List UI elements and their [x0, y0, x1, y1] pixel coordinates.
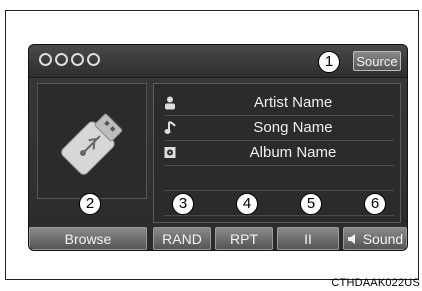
album-row: Album Name — [164, 142, 394, 164]
sound-button-label: Sound — [362, 231, 404, 247]
status-dot — [39, 53, 52, 66]
random-button[interactable]: RAND — [153, 227, 211, 250]
song-row: Song Name — [164, 117, 394, 139]
status-dots — [39, 53, 100, 66]
speaker-icon — [347, 234, 355, 244]
callout-2: 2 — [79, 193, 101, 215]
music-note-icon — [164, 121, 176, 134]
artist-name: Artist Name — [253, 94, 333, 111]
divider — [164, 215, 394, 216]
bottom-button-bar: Browse RAND RPT II Sound — [29, 227, 407, 250]
divider — [164, 115, 394, 116]
sound-button[interactable]: Sound — [343, 227, 407, 250]
pause-button[interactable]: II — [277, 227, 339, 250]
figure-code: CTHDAAK022US — [331, 277, 420, 289]
source-button[interactable]: Source — [353, 51, 401, 71]
song-name: Song Name — [253, 119, 333, 136]
callout-4: 4 — [236, 193, 258, 215]
artist-row: Artist Name — [164, 92, 394, 114]
person-icon — [165, 96, 175, 110]
status-dot — [55, 53, 68, 66]
album-icon — [164, 147, 176, 158]
audio-screen: Source Artist Name Song Name Album Name … — [28, 44, 408, 251]
browse-button[interactable]: Browse — [29, 227, 147, 250]
status-dot — [71, 53, 84, 66]
usb-drive-icon — [61, 113, 123, 175]
callout-1: 1 — [318, 51, 340, 73]
divider — [164, 140, 394, 141]
top-bar: Source — [29, 45, 407, 78]
callout-6: 6 — [364, 193, 386, 215]
callout-5: 5 — [300, 193, 322, 215]
divider — [164, 165, 394, 166]
repeat-button[interactable]: RPT — [215, 227, 273, 250]
usb-art-panel — [37, 83, 147, 199]
album-name: Album Name — [249, 144, 337, 161]
callout-3: 3 — [172, 193, 194, 215]
status-dot — [87, 53, 100, 66]
divider — [164, 190, 394, 191]
